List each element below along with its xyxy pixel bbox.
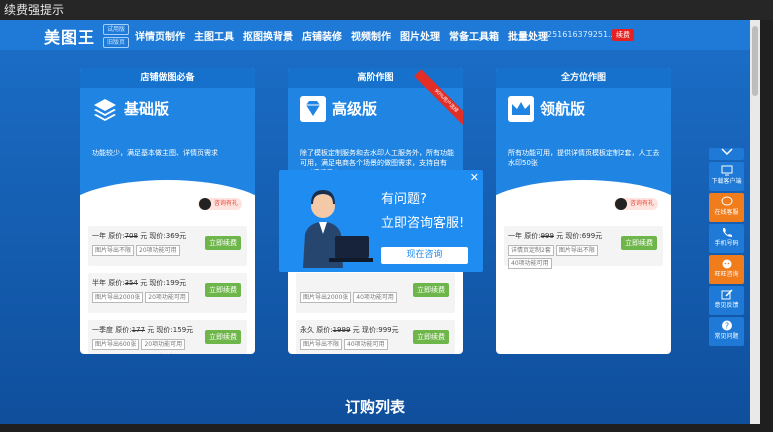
feature-chip: 20项功能可用	[141, 339, 186, 350]
renew-now-button[interactable]: 立即续费	[205, 330, 241, 344]
page-viewport: 美图王 试用版 旧版页 详情页制作 主图工具 抠图换背景 店铺装修 视频制作 图…	[0, 20, 760, 424]
menu-item-store-decor[interactable]: 店铺装修	[302, 28, 342, 43]
card-header: 全方位作图	[496, 68, 671, 88]
chat-icon	[721, 196, 732, 206]
phone-icon	[722, 228, 732, 237]
close-icon[interactable]: ✕	[470, 172, 479, 184]
plan-option: 一年 原价:999 元 现价:699元 详情页定制2套 图片导出不限 40项功能可用…	[504, 226, 663, 269]
feature-chip: 图片导出2000张	[92, 292, 144, 303]
window-title: 续费强提示	[0, 0, 773, 20]
plan-card-basic: 店铺做图必备 基础版 功能较少，满足基本做主图、详情页需求 咨询有礼 一年 原价…	[80, 68, 255, 354]
card-title: 基础版	[124, 100, 170, 118]
menu-item-video[interactable]: 视频制作	[351, 28, 391, 43]
popup-title: 有问题?	[381, 192, 427, 207]
chevron-down-icon	[720, 148, 733, 156]
feature-chip: 40项功能可用	[508, 258, 552, 269]
user-id[interactable]: 251616379251...	[547, 30, 616, 39]
svg-text:?: ?	[724, 322, 728, 331]
card-description: 所有功能可用，提供详情页模板定制2套，人工去水印50张	[508, 149, 660, 167]
renew-now-button[interactable]: 立即续费	[413, 330, 449, 344]
order-list-title: 订购列表	[344, 398, 405, 416]
feature-chip: 20项功能可用	[136, 245, 180, 256]
customer-service-illustration	[303, 190, 373, 268]
wangwang-icon	[722, 259, 731, 269]
renew-label: 续费	[616, 31, 630, 39]
menu-item-detail-page[interactable]: 详情页制作	[135, 28, 185, 43]
trial-version-tag[interactable]: 试用版	[103, 24, 129, 35]
sidebar-item-download-client[interactable]: 下载客户端	[709, 162, 744, 191]
desktop-icon	[721, 165, 732, 176]
crown-icon	[508, 96, 534, 122]
layers-icon	[94, 99, 116, 121]
renew-badge-button[interactable]: 续费	[612, 29, 634, 41]
plan-price: 一季度 原价:177 元 现价:159元	[92, 326, 194, 334]
sidebar-item-online-service[interactable]: 在线客服	[709, 193, 744, 222]
renew-now-button[interactable]: 立即续费	[205, 283, 241, 297]
consult-gift-badge[interactable]: 咨询有礼	[614, 198, 659, 210]
popup-subtitle: 立即咨询客服!	[381, 216, 465, 231]
card-title: 高级版	[332, 100, 378, 118]
sidebar-item-wangwang[interactable]: 旺旺咨询	[709, 255, 744, 284]
sidebar-item-faq[interactable]: ? 常见问题	[709, 317, 744, 346]
old-version-tag[interactable]: 旧版页	[103, 37, 129, 48]
feature-chip: 图片导出600张	[92, 339, 140, 350]
consult-now-button[interactable]: 现在咨询	[381, 247, 468, 264]
sidebar-collapse-button[interactable]	[709, 148, 744, 160]
plan-price: 一年 原价:708 元 现价:369元	[92, 232, 187, 240]
feature-chip: 详情页定制2套	[508, 245, 554, 256]
plan-price: 半年 原价:354 元 现价:199元	[92, 279, 187, 287]
sidebar-item-feedback[interactable]: 意见反馈	[709, 286, 744, 315]
card-title: 领航版	[540, 100, 586, 118]
plan-option: 一年 原价:708 元 现价:369元 图片导出不限 20项功能可用 立即续费	[88, 226, 247, 266]
renew-now-button[interactable]: 立即续费	[205, 236, 241, 250]
menu-item-cutout[interactable]: 抠图换背景	[243, 28, 293, 43]
scrollbar-thumb[interactable]	[752, 26, 758, 96]
logo[interactable]: 美图王	[44, 24, 95, 48]
qq-icon	[199, 198, 211, 210]
consult-gift-badge[interactable]: 咨询有礼	[198, 198, 243, 210]
menu-item-toolbox[interactable]: 常备工具箱	[449, 28, 499, 43]
qq-icon	[615, 198, 627, 210]
feature-chip: 图片导出不限	[300, 339, 343, 350]
feature-chip: 40项功能可用	[344, 339, 388, 350]
edit-icon	[721, 289, 733, 300]
feature-chip: 20项功能可用	[145, 292, 189, 303]
card-description: 功能较少，满足基本做主图、详情页需求	[92, 149, 218, 157]
main-menu: 详情页制作 主图工具 抠图换背景 店铺装修 视频制作 图片处理 常备工具箱 批量…	[135, 28, 548, 43]
menu-item-image-processing[interactable]: 图片处理	[400, 28, 440, 43]
version-tags: 试用版 旧版页	[103, 24, 129, 50]
feature-chip: 图片导出不限	[555, 245, 598, 256]
consult-popup: ✕ 有问题? 立即咨询客服! 现在咨询	[279, 170, 483, 272]
diamond-icon	[300, 96, 326, 122]
feature-chip: 图片导出不限	[92, 245, 135, 256]
top-navigation: 美图王 试用版 旧版页 详情页制作 主图工具 抠图换背景 店铺装修 视频制作 图…	[0, 20, 750, 50]
menu-item-main-image-tool[interactable]: 主图工具	[194, 28, 234, 43]
question-icon: ?	[721, 320, 732, 331]
feature-chip: 40项功能可用	[353, 292, 397, 303]
feature-chip: 图片导出2000张	[300, 292, 352, 303]
renew-now-button[interactable]: 立即续费	[621, 236, 657, 250]
plan-price: 一年 原价:999 元 现价:699元	[508, 232, 603, 240]
plan-price: 永久 原价:1999 元 现价:999元	[300, 326, 399, 334]
sidebar-item-phone[interactable]: 手机号码	[709, 224, 744, 253]
renew-now-button[interactable]: 立即续费	[413, 283, 449, 297]
vertical-scrollbar[interactable]	[750, 20, 760, 424]
card-header: 店铺做图必备	[80, 68, 255, 88]
menu-item-batch[interactable]: 批量处理	[508, 28, 548, 43]
plan-card-pilot: 全方位作图 领航版 所有功能可用，提供详情页模板定制2套，人工去水印50张 咨询…	[496, 68, 671, 354]
plan-option: 图片导出2000张 40项功能可用 立即续费	[296, 273, 455, 313]
plan-option: 永久 原价:1999 元 现价:999元 图片导出不限 40项功能可用 立即续费	[296, 320, 455, 354]
plan-option: 半年 原价:354 元 现价:199元 图片导出2000张 20项功能可用 立即续…	[88, 273, 247, 313]
